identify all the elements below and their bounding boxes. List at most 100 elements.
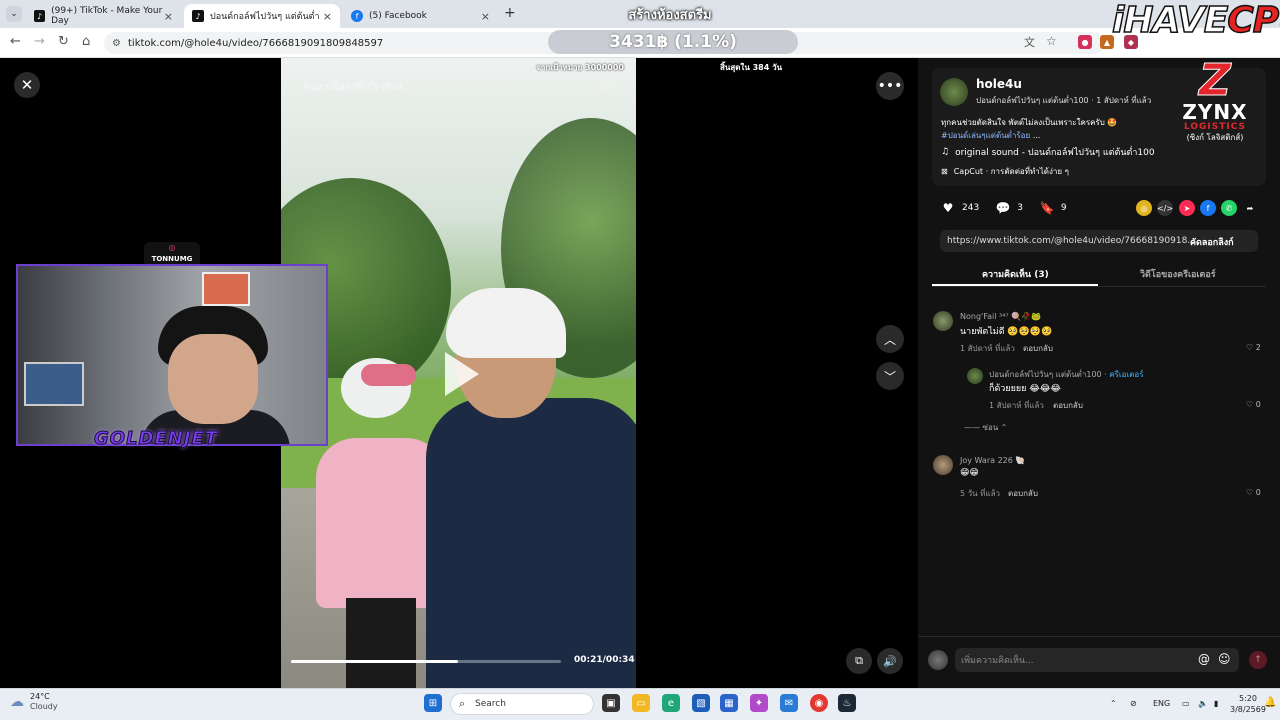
tiktok-icon: ♪ [192,10,204,22]
comment-username[interactable]: ปอนด์กอล์ฟไปวันๆ แต่ต้นต่ำ100 · ครีเอเตอ… [989,368,1143,381]
steam-icon[interactable]: ♨ [838,694,856,712]
sound-link[interactable]: ♫ original sound - ปอนด์กอล์ฟไปวันๆ แต่ต… [941,145,1155,159]
cam-label: GOLDENJET [93,428,219,450]
embed-icon[interactable]: </> [1157,200,1173,216]
post-comment-button[interactable]: ↑ [1249,651,1267,669]
outlook-icon[interactable]: ✉ [780,694,798,712]
tray-app-icon[interactable]: ⊘ [1130,699,1137,708]
tray-chevron-up-icon[interactable]: ⌃ [1110,699,1117,708]
sponsor-thai: (ซิงก์ โลจิสติกส์) [1186,133,1244,142]
system-clock[interactable]: 5:20 3/8/2569 [1230,693,1266,715]
tab-comments[interactable]: ความคิดเห็น (3) [982,267,1049,281]
bookmark-icon: 🔖 [1039,201,1055,215]
video-progress-bar[interactable] [291,660,561,663]
video-search-field[interactable]: ค้นหาเนื้อหาที่เกี่ยวข้อง ⌕ [295,76,620,98]
next-video-button[interactable]: ﹀ [876,362,904,390]
post-caption: ทุกคนช่วยตัดสินใจ พัตต์ไม่ลงเป็นเพราะใคร… [941,118,1118,127]
author-name[interactable]: hole4u [976,77,1022,91]
close-icon[interactable]: ✕ [14,72,40,98]
language-indicator[interactable]: ENG [1153,699,1170,708]
weather-widget[interactable]: ☁ 24°C Cloudy [10,692,58,712]
reload-icon[interactable]: ↻ [58,34,69,49]
tab-title: (5) Facebook [369,11,427,21]
goal-ends-in: สิ้นสุดใน 384 วัน [720,63,783,72]
avatar[interactable] [933,455,953,475]
avatar[interactable] [940,78,968,106]
tab-video[interactable]: ♪ ปอนด์กอล์ฟไปวันๆ แต่ต้นต่ำ100 × [184,4,340,28]
forward-icon[interactable]: → [34,34,45,49]
coin-icon[interactable]: ◎ [1136,200,1152,216]
tab-facebook[interactable]: f (5) Facebook × [343,4,498,28]
comment-username[interactable]: Nong'Fail ³⁴⁷ 🍭🥀🐸 [960,312,1041,321]
file-explorer-icon[interactable]: ▭ [632,694,650,712]
bookmark-star-icon[interactable]: ☆ [1046,34,1057,48]
avatar[interactable] [933,311,953,331]
close-icon[interactable]: × [481,10,490,23]
reply-button[interactable]: ตอบกลับ [1053,399,1083,412]
cloud-icon: ☁ [10,694,24,710]
copy-link-button[interactable]: คัดลอกลิงก์ [1190,235,1234,249]
more-options-icon[interactable]: ••• [876,72,904,100]
back-icon[interactable]: ← [10,34,21,49]
clock-date: 3/8/2569 [1230,705,1266,714]
capcut-link[interactable]: ⊠ CapCut · การตัดต่อที่ทำได้ง่าย ๆ [941,165,1069,178]
volume-icon[interactable]: 🔊 [877,648,903,674]
comment-input[interactable]: เพิ่มความคิดเห็น... [955,648,1239,672]
capcut-text: CapCut · การตัดต่อที่ทำได้ง่าย ๆ [953,167,1069,176]
battery-icon[interactable]: ▮ [1214,699,1218,708]
video-search-placeholder: ค้นหาเนื้อหาที่เกี่ยวข้อง [303,81,403,93]
edge-icon[interactable]: e [662,694,680,712]
comment-like[interactable]: ♡ 2 [1246,343,1261,352]
hide-replies-button[interactable]: —— ซ่อน ⌃ [964,421,1008,434]
save-button[interactable]: 🔖 9 [1039,200,1066,216]
facebook-share-icon[interactable]: f [1200,200,1216,216]
comment-like[interactable]: ♡ 0 [1246,488,1261,497]
reply-button[interactable]: ตอบกลับ [1023,342,1053,355]
close-icon[interactable]: × [323,10,332,23]
whatsapp-icon[interactable]: ✆ [1221,200,1237,216]
reply-author: ปอนด์กอล์ฟไปวันๆ แต่ต้นต่ำ100 · [989,370,1110,379]
copilot-icon[interactable]: ✦ [750,694,768,712]
volume-icon[interactable]: 🔈 [1198,699,1208,708]
send-icon[interactable]: ➤ [1179,200,1195,216]
play-icon[interactable] [445,352,479,396]
hashtag-link[interactable]: #ปอนด์เล่นๆแต่ต้นต่ำร้อย [941,131,1030,140]
tab-tiktok[interactable]: ♪ (99+) TikTok - Make Your Day × [26,4,181,28]
mention-icon[interactable]: @ [1198,652,1210,666]
close-icon[interactable]: × [164,10,173,23]
site-info-icon[interactable]: ⚙ [112,38,121,49]
avatar[interactable] [928,650,948,670]
capcut-icon: ⊠ [941,167,948,176]
tab-creator-videos[interactable]: วิดีโอของครีเอเตอร์ [1140,267,1216,281]
author-subtitle: ปอนด์กอล์ฟไปวันๆ แต่ต้นต่ำ100 · 1 สัปดาห… [976,96,1152,105]
share-arrow-icon[interactable]: ➦ [1242,200,1258,216]
emoji-icon[interactable]: ☺ [1218,652,1231,666]
windows-start-icon[interactable]: ⊞ [424,694,442,712]
network-icon[interactable]: ▭ [1182,699,1190,708]
translate-icon[interactable]: 文 [1024,34,1035,50]
comment-like-count: 2 [1255,343,1261,352]
like-button[interactable]: ♥ 243 [940,200,980,216]
store-icon[interactable]: ▦ [720,694,738,712]
stream-room-title: สร้างห้องสตรีม [628,8,712,23]
tab-search-chevron-icon[interactable]: ⌄ [6,6,22,22]
new-tab-button[interactable]: + [504,5,516,21]
extension-icon[interactable]: ● [1078,35,1092,49]
notification-bell-icon[interactable]: 🔔 [1264,697,1276,708]
task-view-icon[interactable]: ▣ [602,694,620,712]
chrome-icon[interactable]: ◉ [810,694,828,712]
taskbar-search[interactable]: ⌕ Search [450,693,594,715]
comment-button[interactable]: 💬 3 [995,200,1023,216]
floating-player-icon[interactable]: ⧉ [846,648,872,674]
avatar[interactable] [967,368,983,384]
post-description: ทุกคนช่วยตัดสินใจ พัตต์ไม่ลงเป็นเพราะใคร… [941,116,1173,142]
home-icon[interactable]: ⌂ [82,34,90,49]
comment-like[interactable]: ♡ 0 [1246,400,1261,409]
app-icon[interactable]: ▧ [692,694,710,712]
previous-video-button[interactable]: ︿ [876,325,904,353]
reply-button[interactable]: ตอบกลับ [1008,487,1038,500]
video-link-text: https://www.tiktok.com/@hole4u/video/766… [947,236,1196,246]
comment-text: นายพัตไม่ดี 🥺🥺🥺🥺 [960,327,1053,337]
comment-username[interactable]: Joy Wara 226 🐚 [960,456,1025,465]
more-link[interactable]: ... [1030,131,1041,140]
